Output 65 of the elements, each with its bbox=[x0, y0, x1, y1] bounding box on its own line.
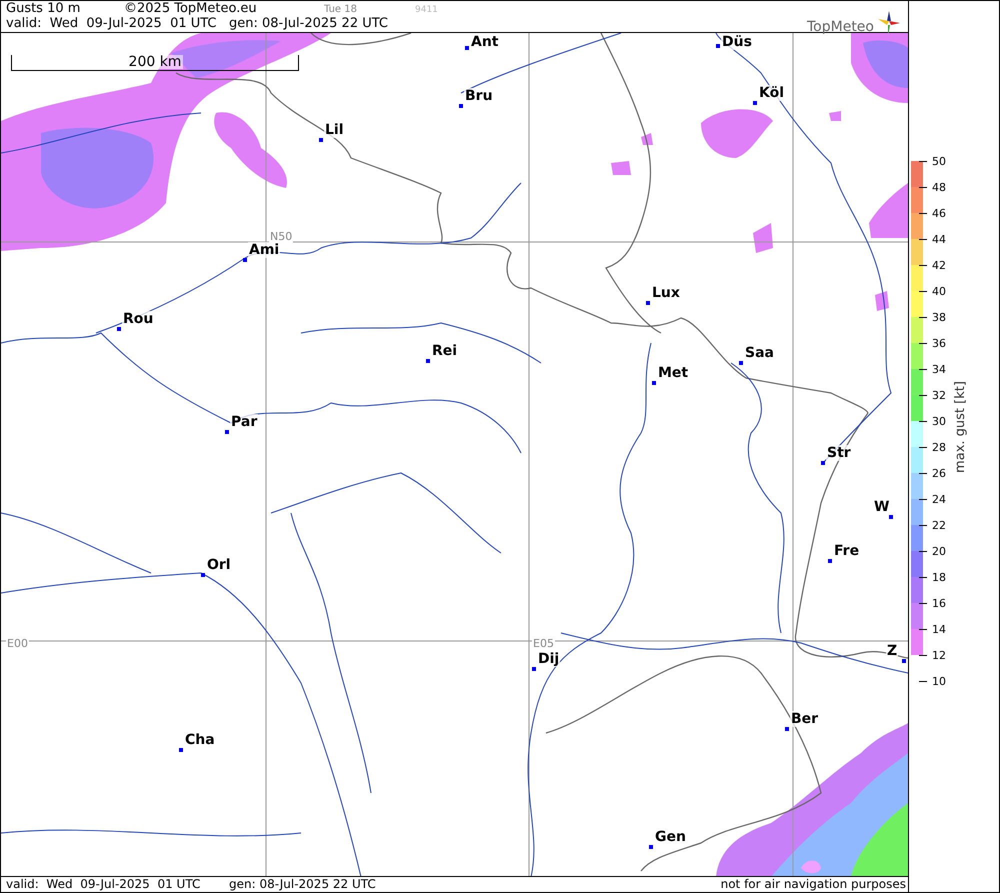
scale-tick-label: 16 bbox=[932, 596, 946, 610]
scale-tick-label: 30 bbox=[932, 414, 946, 428]
valid-time: valid: Wed 09-Jul-2025 01 UTC bbox=[6, 877, 202, 892]
city-marker-icon bbox=[319, 138, 323, 142]
city-label: Z bbox=[886, 642, 898, 659]
scale-tick-label: 34 bbox=[932, 362, 946, 376]
scale-tick-label: 20 bbox=[932, 544, 946, 558]
grid-label: E05 bbox=[532, 638, 555, 650]
map-title: Gusts 10 m bbox=[6, 1, 82, 16]
scale-tick-label: 24 bbox=[932, 492, 946, 506]
scale-tick-label: 38 bbox=[932, 310, 946, 324]
city-marker-icon bbox=[179, 748, 183, 752]
generated-time: gen: 08-Jul-2025 22 UTC bbox=[229, 877, 377, 892]
scale-tick-label: 18 bbox=[932, 570, 946, 584]
city-marker-icon bbox=[828, 558, 832, 563]
scale-tick-label: 28 bbox=[932, 440, 946, 454]
scale-tick-label: 44 bbox=[932, 232, 946, 246]
scale-tick-label: 14 bbox=[932, 622, 946, 636]
scale-tick-label: 46 bbox=[932, 206, 946, 220]
logo-text: TopMeteo bbox=[807, 20, 874, 34]
city-marker-icon bbox=[459, 104, 463, 108]
grid-label: E00 bbox=[6, 638, 29, 650]
scale-tick-label: 50 bbox=[932, 154, 946, 168]
scale-tick-label: 32 bbox=[932, 388, 946, 402]
city-label: Lil bbox=[324, 122, 345, 138]
scale-label: 200 km bbox=[126, 54, 184, 69]
run-label: Tue 18 bbox=[324, 3, 358, 17]
city-marker-icon bbox=[649, 844, 653, 849]
scale-tick-label: 12 bbox=[932, 648, 946, 662]
city-label: Ami bbox=[248, 242, 280, 258]
city-label: Str bbox=[826, 444, 852, 461]
scale-tick-label: 42 bbox=[932, 258, 946, 272]
city-marker-icon bbox=[532, 666, 536, 671]
city-marker-icon bbox=[753, 100, 757, 105]
city-marker-icon bbox=[821, 460, 825, 465]
city-marker-icon bbox=[426, 358, 430, 363]
city-marker-icon bbox=[739, 360, 743, 365]
scale-tick-label: 26 bbox=[932, 466, 946, 480]
city-marker-icon bbox=[716, 44, 720, 48]
scale-tick-label: 36 bbox=[932, 336, 946, 350]
city-marker-icon bbox=[243, 258, 247, 262]
city-marker-icon bbox=[646, 300, 650, 305]
city-marker-icon bbox=[785, 726, 789, 731]
scale-title: max. gust [kt] bbox=[953, 380, 969, 475]
city-marker-icon bbox=[652, 380, 656, 385]
city-marker-icon bbox=[201, 572, 205, 577]
city-label: Düs bbox=[721, 34, 753, 50]
city-label: Ber bbox=[790, 710, 820, 727]
city-marker-icon bbox=[902, 658, 906, 663]
grid-label: N50 bbox=[269, 230, 294, 243]
scale-tick-label: 40 bbox=[932, 284, 946, 298]
disclaimer-text: not for air navigation purposes bbox=[720, 877, 906, 892]
city-marker-icon bbox=[465, 46, 469, 50]
city-marker-icon bbox=[225, 430, 229, 434]
scale-tick-label: 48 bbox=[932, 180, 946, 194]
scale-tick-label: 22 bbox=[932, 518, 946, 532]
scale-tick-label: 10 bbox=[932, 674, 946, 688]
city-label: Köl bbox=[758, 84, 786, 101]
valid-time: valid: Wed 09-Jul-2025 01 UTC bbox=[6, 16, 218, 31]
city-marker-icon bbox=[889, 514, 893, 519]
copyright-text: ©2025 TopMeteo.eu bbox=[124, 1, 258, 16]
generated-time: gen: 08-Jul-2025 22 UTC bbox=[229, 16, 388, 31]
city-label: Dij bbox=[537, 650, 560, 667]
code-label: 9411 bbox=[415, 4, 438, 17]
city-marker-icon bbox=[117, 326, 121, 331]
